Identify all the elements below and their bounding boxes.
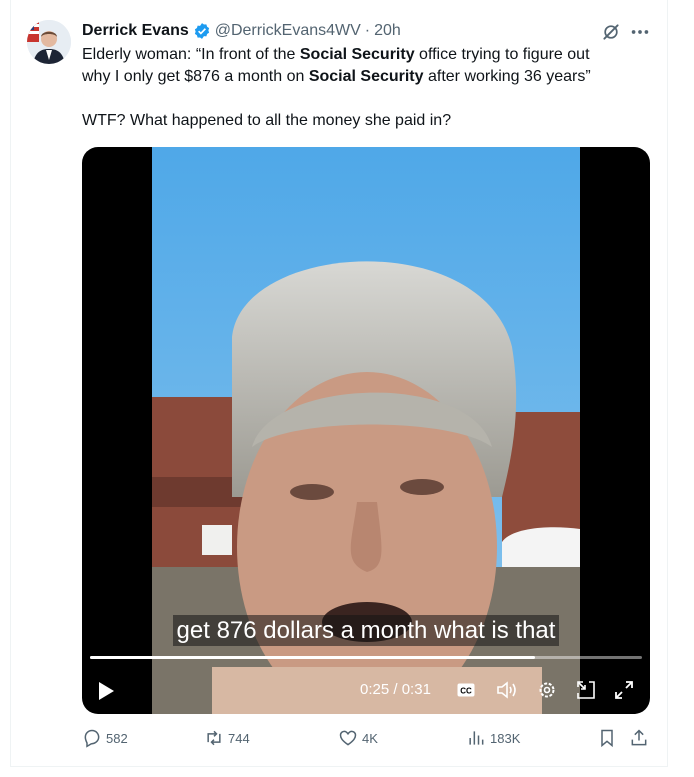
- share-button[interactable]: [629, 728, 653, 748]
- views-count: 183K: [490, 730, 521, 746]
- views-icon: [469, 731, 484, 745]
- video-controls: 0:25 / 0:31 CC: [82, 675, 650, 705]
- video-player[interactable]: get 876 dollars a month what is that 0:2…: [82, 147, 650, 714]
- more-icon[interactable]: [629, 22, 651, 42]
- avatar[interactable]: [27, 20, 71, 64]
- post-header: Derrick Evans @DerrickEvans4WV · 20h: [82, 20, 401, 42]
- action-bar: 582 744 4K 183K: [82, 728, 654, 754]
- video-subtitle: get 876 dollars a month what is that: [82, 615, 650, 646]
- volume-icon[interactable]: [496, 680, 518, 700]
- video-timecode: 0:25 / 0:31: [360, 681, 431, 698]
- verified-badge-icon: [194, 23, 209, 39]
- post-text: Elderly woman: “In front of the Social S…: [82, 44, 642, 132]
- author-handle[interactable]: @DerrickEvans4WV: [215, 22, 361, 40]
- video-progress-bar[interactable]: [90, 656, 642, 659]
- current-time: 0:25: [360, 681, 390, 698]
- repost-icon: [207, 730, 221, 746]
- post-text-line: why I only get $876 a month on Social Se…: [82, 68, 591, 85]
- author-name[interactable]: Derrick Evans: [82, 22, 189, 40]
- video-progress-fill: [90, 656, 535, 659]
- reply-count: 582: [106, 730, 128, 746]
- post-text-line: Elderly woman: “In front of the Social S…: [82, 46, 590, 63]
- pip-icon[interactable]: [576, 680, 596, 700]
- settings-icon[interactable]: [537, 680, 557, 700]
- cc-icon[interactable]: CC: [457, 683, 475, 697]
- bookmark-button[interactable]: [597, 728, 621, 748]
- svg-text:CC: CC: [460, 687, 472, 696]
- reply-icon: [84, 729, 100, 748]
- post-text-line: WTF? What happened to all the money she …: [82, 112, 452, 129]
- duration: 0:31: [401, 681, 431, 698]
- fullscreen-icon[interactable]: [614, 680, 634, 700]
- post-time[interactable]: 20h: [374, 22, 401, 40]
- repost-button[interactable]: 744: [204, 728, 250, 748]
- like-count: 4K: [362, 730, 378, 746]
- bookmark-icon: [601, 729, 613, 748]
- repost-count: 744: [228, 730, 250, 746]
- like-icon: [339, 730, 357, 746]
- views-button[interactable]: 183K: [466, 728, 520, 748]
- play-icon[interactable]: [96, 681, 116, 701]
- reply-button[interactable]: 582: [82, 728, 128, 748]
- grok-icon[interactable]: [601, 22, 621, 42]
- like-button[interactable]: 4K: [338, 728, 378, 748]
- share-icon: [631, 729, 647, 746]
- header-separator: ·: [364, 22, 371, 39]
